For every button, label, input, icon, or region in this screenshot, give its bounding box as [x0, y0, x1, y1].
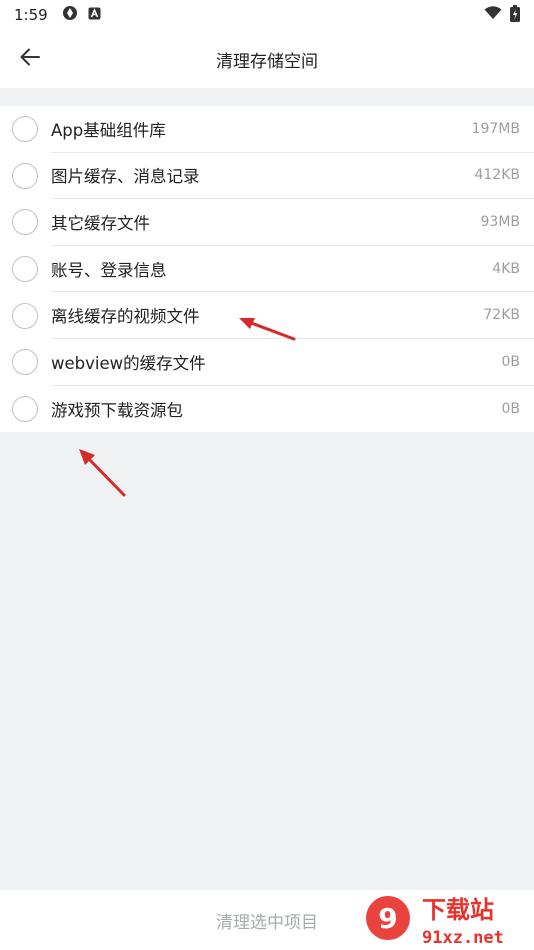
item-size: 0B [501, 353, 520, 370]
storage-item-list: App基础组件库 197MB 图片缓存、消息记录 412KB 其它缓存文件 93… [0, 106, 534, 433]
battery-charging-icon [510, 4, 520, 26]
back-button[interactable] [14, 44, 46, 74]
storage-item-image-cache[interactable]: 图片缓存、消息记录 412KB [0, 153, 534, 200]
item-label: webview的缓存文件 [51, 353, 206, 373]
item-size: 197MB [471, 120, 520, 137]
wifi-icon [484, 6, 502, 24]
item-size: 93MB [480, 213, 521, 230]
item-size: 0B [501, 400, 520, 417]
item-label: 游戏预下载资源包 [51, 400, 183, 420]
status-bar: 1:59 [0, 0, 534, 30]
radio-button[interactable] [12, 395, 38, 422]
annotation-arrow-icon [79, 449, 126, 497]
radio-button[interactable] [12, 256, 38, 283]
item-size: 412KB [474, 167, 520, 184]
page-title: 清理存储空间 [216, 51, 318, 72]
item-label: 图片缓存、消息记录 [51, 167, 200, 187]
watermark-domain: 91xz.net [422, 928, 504, 948]
storage-item-offline-video[interactable]: 离线缓存的视频文件 72KB [0, 292, 534, 339]
watermark-logo: 9 下载站 91xz.net [366, 896, 504, 948]
radio-button[interactable] [12, 302, 38, 329]
item-label: 账号、登录信息 [51, 260, 167, 280]
radio-button[interactable] [12, 209, 38, 236]
watermark-brand: 下载站 [422, 896, 494, 924]
storage-item-game-preload[interactable]: 游戏预下载资源包 0B [0, 386, 534, 433]
item-label: App基础组件库 [51, 120, 166, 140]
arrow-left-icon [20, 48, 40, 70]
radio-button[interactable] [12, 349, 38, 376]
radio-button[interactable] [12, 162, 38, 189]
sync-icon [62, 5, 78, 25]
item-size: 4KB [492, 260, 520, 277]
item-label: 离线缓存的视频文件 [51, 307, 200, 327]
item-label: 其它缓存文件 [51, 213, 150, 233]
status-time: 1:59 [14, 6, 48, 24]
storage-item-app-components[interactable]: App基础组件库 197MB [0, 106, 534, 153]
app-header: 清理存储空间 [0, 30, 534, 88]
storage-item-account-info[interactable]: 账号、登录信息 4KB [0, 246, 534, 293]
radio-button[interactable] [12, 116, 38, 143]
watermark-logo-mark: 9 [378, 902, 397, 935]
storage-item-webview-cache[interactable]: webview的缓存文件 0B [0, 339, 534, 386]
clean-selected-button[interactable]: 清理选中项目 [216, 908, 318, 933]
item-size: 72KB [483, 307, 520, 324]
a-badge-icon [88, 6, 101, 24]
storage-item-other-cache[interactable]: 其它缓存文件 93MB [0, 199, 534, 246]
